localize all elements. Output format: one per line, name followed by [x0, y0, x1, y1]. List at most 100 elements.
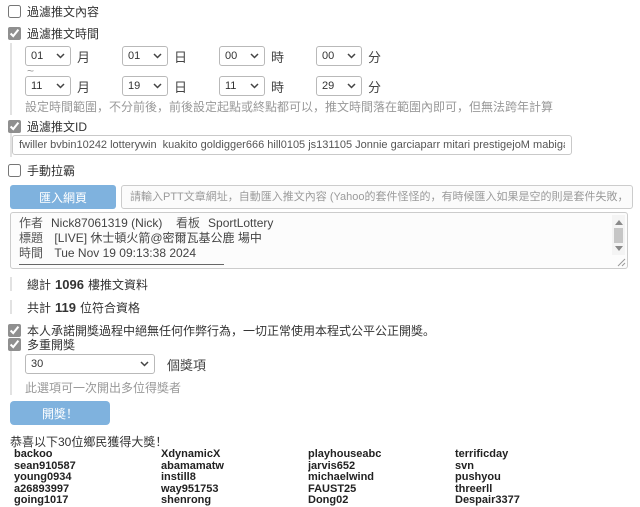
board-value: SportLottery: [208, 216, 273, 231]
chevron-down-icon: [347, 53, 356, 59]
filter-time-label: 過濾推文時間: [27, 25, 99, 42]
end-hour-value: 11: [225, 80, 236, 92]
winners-list: backooXdynamicXplayhouseabcterrificdayse…: [14, 449, 640, 507]
multi-draw-row: 多重開獎: [8, 337, 640, 351]
manual-slot-label: 手動拉霸: [27, 162, 75, 179]
hour-unit-label: 時: [271, 77, 284, 96]
winner-name: sean910587: [14, 461, 161, 473]
ptt-lottery-tool: 過濾推文內容 過濾推文時間 01 月 01 日: [0, 0, 640, 507]
winner-name: pushyou: [455, 472, 602, 484]
winner-name: jarvis652: [308, 461, 455, 473]
scrollbar-thumb[interactable]: [614, 228, 623, 243]
month-unit-label: 月: [77, 47, 90, 66]
qualified-suffix: 位符合資格: [80, 299, 140, 316]
winner-name: Despair3377: [455, 495, 602, 507]
start-minute-select[interactable]: 00: [316, 46, 362, 66]
prize-count-select[interactable]: 30: [25, 354, 155, 374]
start-month-value: 01: [31, 50, 43, 62]
start-month-select[interactable]: 01: [25, 46, 71, 66]
multi-draw-note: 此選項可一次開出多位得獎者: [25, 379, 640, 393]
prize-count-block: 30 個獎項 此選項可一次開出多位得獎者: [10, 351, 640, 395]
minute-unit-label: 分: [368, 47, 381, 66]
winner-name: going1017: [14, 495, 161, 507]
article-url-input[interactable]: [121, 185, 633, 209]
winner-name: playhouseabc: [308, 449, 455, 461]
winner-name: Dong02: [308, 495, 455, 507]
range-tilde: ~: [27, 67, 640, 75]
promise-checkbox[interactable]: [8, 324, 21, 337]
winner-name: michaelwind: [308, 472, 455, 484]
time-end-row: 11 月 19 日 11 時 29: [25, 76, 640, 96]
winner-name: instill8: [161, 472, 308, 484]
prize-unit-label: 個獎項: [167, 355, 206, 374]
chevron-down-icon: [250, 53, 259, 59]
hour-unit-label: 時: [271, 47, 284, 66]
qualified-stat: 共計 119 位符合資格: [10, 300, 640, 314]
import-button[interactable]: 匯入網頁: [10, 185, 116, 209]
start-day-select[interactable]: 01: [122, 46, 168, 66]
chevron-down-icon: [250, 83, 259, 89]
day-unit-label: 日: [174, 77, 187, 96]
end-month-select[interactable]: 11: [25, 76, 71, 96]
title-label: 標題: [19, 231, 43, 245]
time-value: Tue Nov 19 09:13:38 2024: [54, 246, 196, 260]
scroll-down-icon[interactable]: [615, 246, 623, 255]
scroll-up-icon[interactable]: [615, 216, 623, 225]
start-hour-value: 00: [225, 50, 237, 62]
month-unit-label: 月: [77, 77, 90, 96]
multi-draw-label: 多重開獎: [27, 336, 75, 353]
winner-name: young0934: [14, 472, 161, 484]
winner-name: svn: [455, 461, 602, 473]
filter-content-row: 過濾推文內容: [8, 4, 640, 18]
chevron-down-icon: [153, 53, 162, 59]
filter-content-checkbox[interactable]: [8, 5, 21, 18]
chevron-down-icon: [56, 83, 65, 89]
congrats-message: 恭喜以下30位鄉民獲得大獎！: [10, 433, 640, 446]
promise-row: 本人承諾開獎過程中絕無任何作弊行為，一切正常使用本程式公平公正開獎。: [8, 323, 640, 337]
title-value: [LIVE] 休士頓火箭@密爾瓦基公鹿 場中: [54, 231, 262, 245]
filter-content-label: 過濾推文內容: [27, 3, 99, 20]
scrollbar[interactable]: [612, 215, 625, 255]
filter-time-row: 過濾推文時間: [8, 26, 640, 40]
manual-slot-checkbox[interactable]: [8, 164, 21, 177]
article-divider: [19, 264, 224, 265]
total-pushes-stat: 總計 1096 樓推文資料: [10, 277, 640, 291]
winner-name: threerll: [455, 484, 602, 496]
winner-name: FAUST25: [308, 484, 455, 496]
time-filter-block: 01 月 01 日 00 時 00: [10, 43, 640, 115]
chevron-down-icon: [140, 361, 149, 367]
winner-name: XdynamicX: [161, 449, 308, 461]
article-title-line: 標題 [LIVE] 休士頓火箭@密爾瓦基公鹿 場中: [19, 231, 605, 246]
import-row: 匯入網頁: [10, 185, 640, 209]
manual-slot-row: 手動拉霸: [8, 163, 640, 177]
filter-id-checkbox[interactable]: [8, 120, 21, 133]
author-label: 作者: [19, 216, 43, 231]
multi-draw-checkbox[interactable]: [8, 338, 21, 351]
article-preview[interactable]: 作者 Nick87061319 (Nick) 看板 SportLottery 標…: [10, 212, 628, 269]
board-label: 看板: [176, 216, 200, 231]
qualified-count: 119: [55, 300, 76, 315]
end-day-select[interactable]: 19: [122, 76, 168, 96]
filter-id-label: 過濾推文ID: [27, 118, 87, 135]
chevron-down-icon: [153, 83, 162, 89]
resize-handle-icon[interactable]: [616, 257, 626, 267]
chevron-down-icon: [56, 53, 65, 59]
end-hour-select[interactable]: 11: [219, 76, 265, 96]
filter-time-checkbox[interactable]: [8, 27, 21, 40]
article-header-line: 作者 Nick87061319 (Nick) 看板 SportLottery: [19, 216, 605, 231]
winner-name: abamamatw: [161, 461, 308, 473]
draw-button[interactable]: 開獎！: [10, 401, 110, 425]
id-filter-input[interactable]: [12, 135, 572, 155]
prize-count-value: 30: [31, 358, 43, 370]
winner-name: a26893997: [14, 484, 161, 496]
id-filter-block: [10, 133, 640, 157]
promise-label: 本人承諾開獎過程中絕無任何作弊行為，一切正常使用本程式公平公正開獎。: [27, 322, 435, 339]
author-value: Nick87061319 (Nick): [51, 216, 162, 231]
chevron-down-icon: [347, 83, 356, 89]
total-suffix: 樓推文資料: [88, 276, 148, 293]
start-hour-select[interactable]: 00: [219, 46, 265, 66]
article-time-line: 時間 Tue Nov 19 09:13:38 2024: [19, 246, 605, 261]
day-unit-label: 日: [174, 47, 187, 66]
time-range-help: 設定時間範圍，不分前後，前後設定起點或終點都可以，推文時間落在範圍內即可，但無法…: [25, 98, 640, 113]
end-minute-select[interactable]: 29: [316, 76, 362, 96]
